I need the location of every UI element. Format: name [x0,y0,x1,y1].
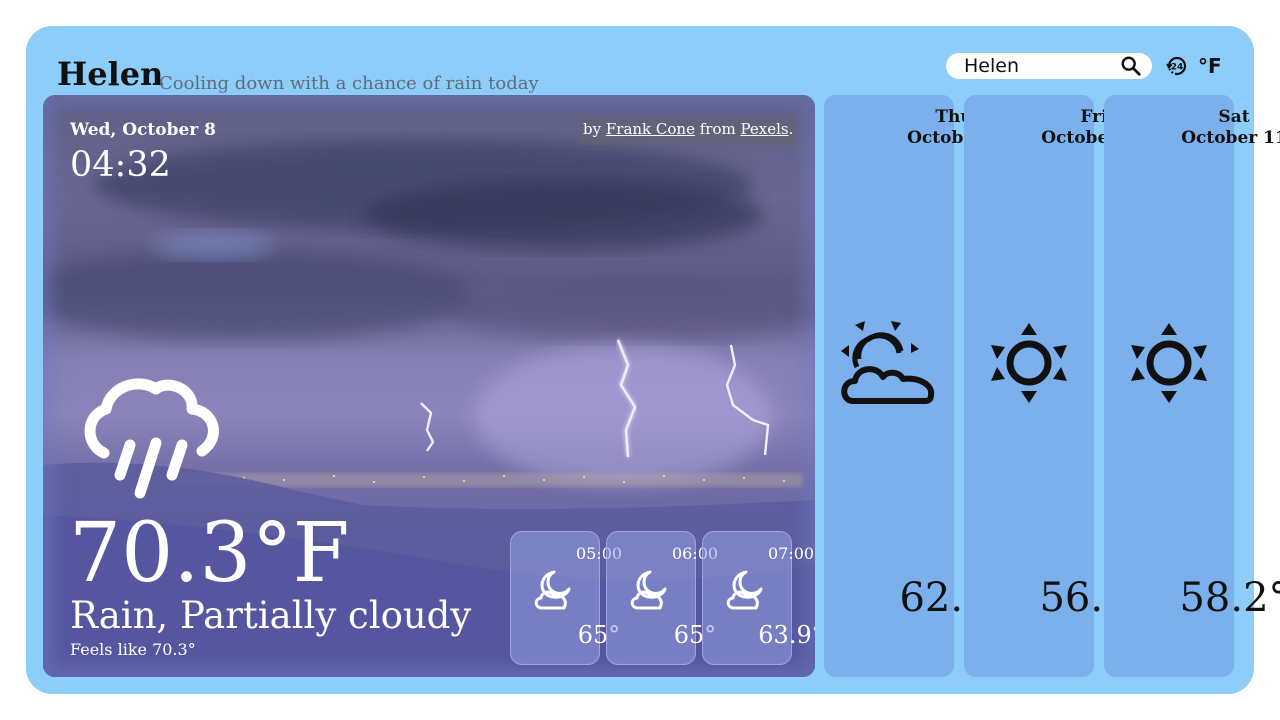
weather-app: Helen Cooling down with a chance of rain… [26,26,1280,694]
24-hour-toggle-icon[interactable]: 24 [1165,53,1189,79]
hourly-card: 06:00 65° [606,531,718,665]
hourly-time: 07:00 [767,544,815,563]
city-title: Helen [57,55,164,93]
forecast-day: Sat [1218,107,1250,127]
moon-cloud-icon [726,570,763,610]
credit-end-text: . [788,120,794,138]
credit-from-text: from [694,120,741,138]
photo-credit: by Frank Cone from Pexels. [580,117,797,145]
current-temperature: 70.3°F [69,506,350,601]
feels-like: Feels like 70.3° [70,640,196,659]
moon-cloud-icon [630,570,667,610]
svg-text:24: 24 [1171,63,1184,73]
source-link[interactable]: Pexels [740,120,788,138]
current-conditions: Rain, Partially cloudy [70,594,472,637]
header: Helen Cooling down with a chance of rain… [42,42,1238,100]
photographer-link[interactable]: Frank Cone [606,120,695,138]
current-date: Wed, October 8 [70,120,217,140]
unit-toggle-button[interactable]: °F [1198,54,1222,78]
search-icon[interactable] [1120,55,1142,77]
search-box [946,53,1152,79]
rain-icon [84,378,219,499]
credit-by-text: by [583,120,606,138]
current-weather-panel: Wed, October 8 04:32 by Frank Cone from … [43,95,815,677]
hourly-temp: 63.9° [758,621,815,649]
sun-icon [991,323,1067,403]
current-time: 04:32 [70,145,171,185]
sun-icon [1131,323,1207,403]
hourly-card: 07:00 63.9° [702,531,815,665]
forecast-day-card: Sat October 11 58.2° [1104,95,1280,677]
forecast-temp: 58.2° [1179,575,1280,621]
forecast-date: October 11 [1181,128,1280,148]
search-input[interactable] [964,55,1114,77]
hourly-card: 05:00 65° [510,531,622,665]
moon-cloud-icon [534,570,571,610]
forecast-day-card: Fri October 10 56.8° [964,95,1149,677]
forecast-day-card: Thu October 9 62.1° [824,95,1009,677]
partly-cloudy-day-icon [841,321,935,404]
weather-tagline: Cooling down with a chance of rain today [159,73,539,94]
